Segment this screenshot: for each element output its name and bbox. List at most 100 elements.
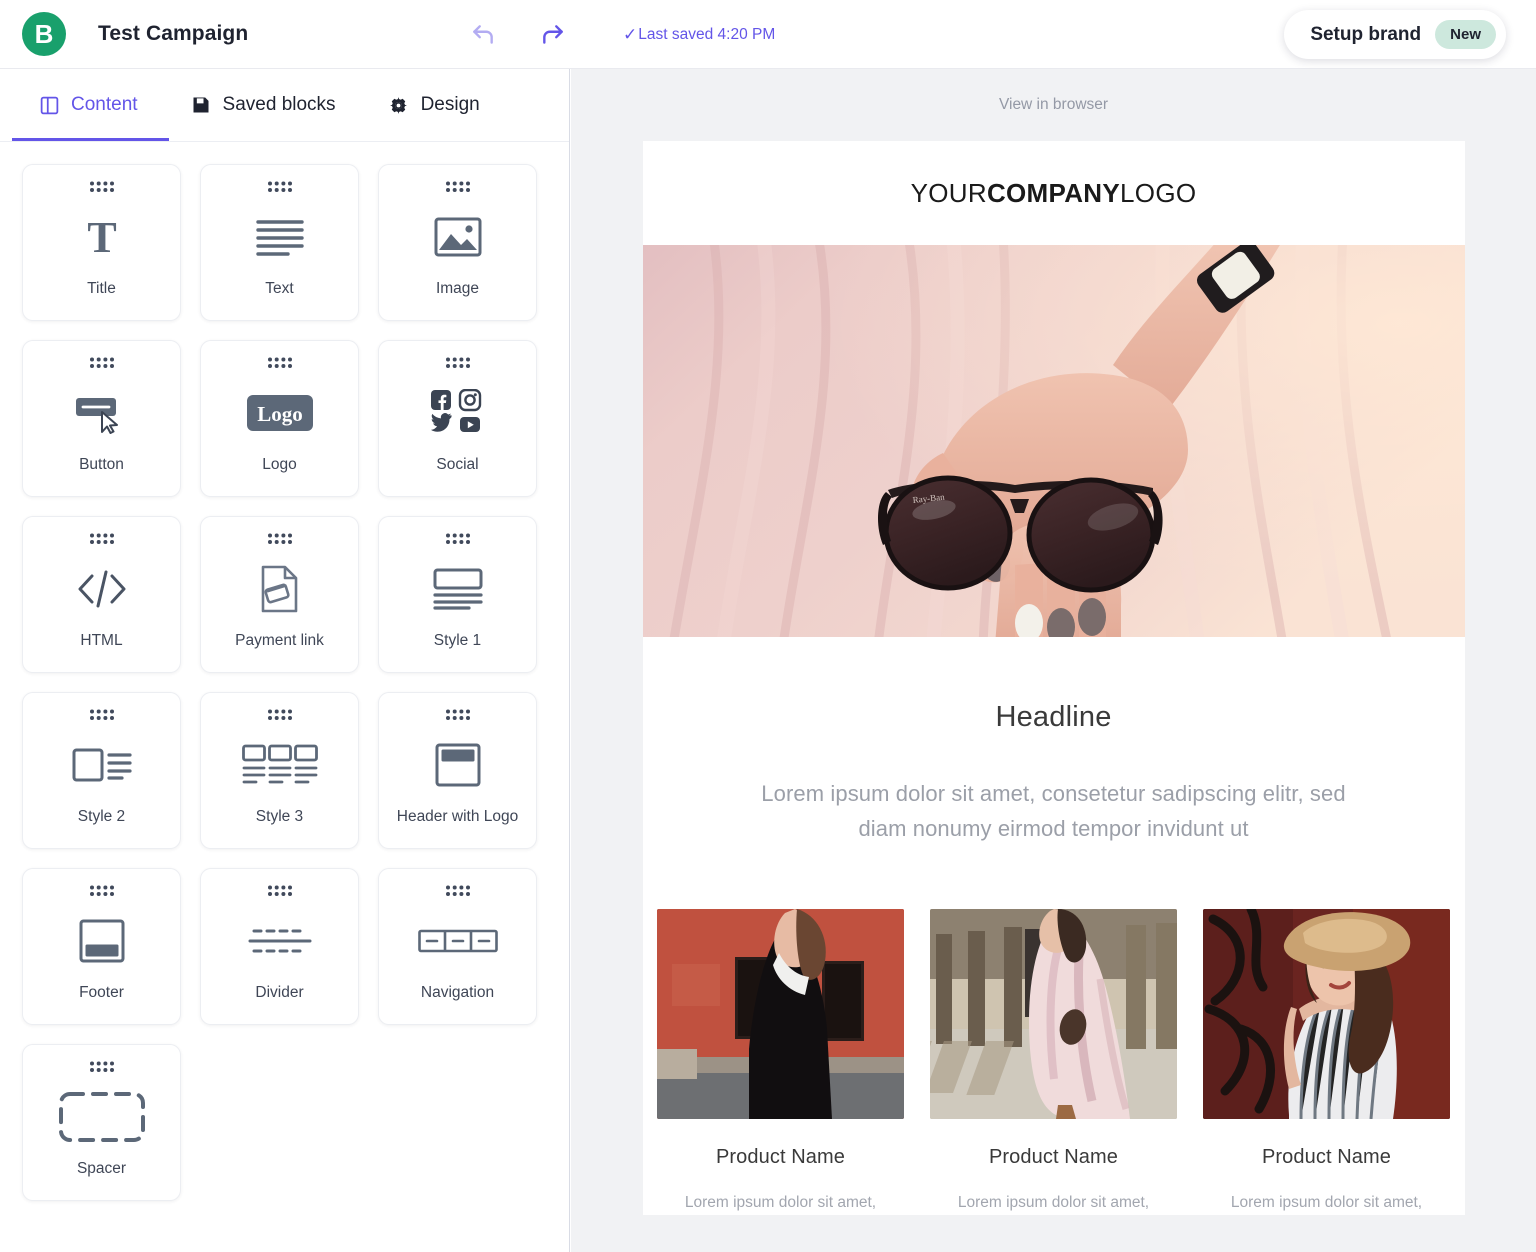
save-status: ✓ Last saved 4:20 PM: [623, 0, 775, 69]
block-label: Button: [79, 455, 124, 473]
drag-handle-icon[interactable]: [445, 532, 471, 545]
tab-saved-blocks[interactable]: Saved blocks: [164, 69, 362, 141]
drag-handle-icon[interactable]: [89, 532, 115, 545]
drag-handle-icon[interactable]: [89, 708, 115, 721]
dashed-box-icon: [23, 1073, 180, 1161]
block-label: Social: [436, 455, 479, 473]
drag-handle-icon[interactable]: [89, 356, 115, 369]
facebook-icon: [430, 389, 451, 410]
block-card-logo[interactable]: Logo Logo: [200, 340, 359, 497]
block-card-payment-link[interactable]: Payment link: [200, 516, 359, 673]
drag-handle-icon[interactable]: [267, 708, 293, 721]
block-card-image[interactable]: Image: [378, 164, 537, 321]
block-card-social[interactable]: Social: [378, 340, 537, 497]
redo-arrow-icon[interactable]: [540, 22, 566, 48]
email-headline[interactable]: Headline: [643, 637, 1465, 734]
drag-handle-icon[interactable]: [445, 180, 471, 193]
product-grid: Product Name Lorem ipsum dolor sit amet,: [643, 846, 1465, 1215]
block-card-html[interactable]: HTML: [22, 516, 181, 673]
block-label: Image: [435, 279, 480, 297]
drag-handle-icon[interactable]: [445, 708, 471, 721]
drag-handle-icon[interactable]: [267, 180, 293, 193]
instagram-icon: [458, 388, 481, 411]
block-label: Style 3: [255, 807, 304, 825]
product-description: Lorem ipsum dolor sit amet,: [684, 1194, 877, 1212]
undo-arrow-icon[interactable]: [470, 22, 496, 48]
drag-handle-icon[interactable]: [267, 356, 293, 369]
setup-brand-button[interactable]: Setup brand New: [1284, 10, 1506, 59]
block-label: Title: [87, 279, 116, 297]
block-card-footer[interactable]: Footer: [22, 868, 181, 1025]
drag-handle-icon[interactable]: [267, 884, 293, 897]
product-name: Product Name: [715, 1146, 846, 1169]
sidebar-tabs: Content Saved blocks Design: [0, 69, 569, 142]
image-over-text-icon: [379, 545, 536, 633]
block-label: Header with Logo: [396, 807, 519, 825]
drag-handle-icon[interactable]: [89, 180, 115, 193]
check-icon: ✓: [623, 24, 638, 44]
youtube-icon: [459, 416, 480, 432]
block-card-navigation[interactable]: Navigation: [378, 868, 537, 1025]
header-logo-icon: [379, 721, 536, 809]
block-label: Spacer: [76, 1159, 127, 1177]
email-canvas: YOUR COMPANY LOGO Ray-Ban Headline Lorem…: [642, 141, 1465, 1216]
drag-handle-icon[interactable]: [445, 884, 471, 897]
code-brackets-icon: [23, 545, 180, 633]
history-controls: [470, 0, 566, 69]
block-card-title[interactable]: T Title: [22, 164, 181, 321]
block-card-button[interactable]: Button: [22, 340, 181, 497]
image-beside-text-icon: [23, 721, 180, 809]
block-label: HTML: [80, 631, 123, 649]
save-status-text: Last saved 4:20 PM: [638, 25, 776, 43]
hero-image[interactable]: Ray-Ban: [642, 245, 1465, 637]
social-networks-icon: [379, 369, 536, 457]
svg-text:T: T: [87, 214, 116, 260]
campaign-title[interactable]: Test Campaign: [98, 22, 248, 46]
button-cursor-icon: [23, 369, 180, 457]
block-card-style-2[interactable]: Style 2: [22, 692, 181, 849]
block-label: Payment link: [235, 631, 324, 649]
brand-logo-icon[interactable]: B: [22, 12, 66, 56]
block-card-divider[interactable]: Divider: [200, 868, 359, 1025]
email-logo-text[interactable]: YOUR COMPANY LOGO: [643, 141, 1465, 245]
drag-handle-icon[interactable]: [445, 356, 471, 369]
drag-handle-icon[interactable]: [267, 532, 293, 545]
product-item[interactable]: Product Name Lorem ipsum dolor sit amet,: [930, 909, 1177, 1215]
logo-part-your: YOUR: [910, 177, 987, 208]
product-image-1[interactable]: [657, 909, 904, 1120]
block-card-header-with-logo[interactable]: Header with Logo: [378, 692, 537, 849]
block-card-text[interactable]: Text: [200, 164, 359, 321]
product-description: Lorem ipsum dolor sit amet,: [1230, 1194, 1423, 1212]
logo-chip-icon: Logo: [201, 369, 358, 457]
blocks-sidebar: Content Saved blocks Design T Title Text…: [0, 69, 570, 1252]
divider-icon: [201, 897, 358, 985]
navigation-bar-icon: [379, 897, 536, 985]
product-name: Product Name: [1261, 1146, 1392, 1169]
product-item[interactable]: Product Name Lorem ipsum dolor sit amet,: [657, 909, 904, 1215]
panel-layout-icon: [38, 94, 60, 116]
picture-icon: [379, 193, 536, 281]
app-header: B Test Campaign ✓ Last saved 4:20 PM Set…: [0, 0, 1536, 69]
footer-icon: [23, 897, 180, 985]
twitter-icon: [430, 412, 452, 432]
new-badge: New: [1435, 20, 1496, 49]
block-label: Divider: [255, 983, 304, 1001]
email-preview-pane: View in browser YOUR COMPANY LOGO Ray-Ba…: [571, 69, 1536, 1252]
block-card-style-1[interactable]: Style 1: [378, 516, 537, 673]
email-body-text[interactable]: Lorem ipsum dolor sit amet, consetetur s…: [643, 734, 1465, 846]
product-item[interactable]: Product Name Lorem ipsum dolor sit amet,: [1203, 909, 1450, 1215]
product-image-2[interactable]: [930, 909, 1177, 1120]
product-name: Product Name: [988, 1146, 1119, 1169]
block-card-style-3[interactable]: Style 3: [200, 692, 359, 849]
block-card-spacer[interactable]: Spacer: [22, 1044, 181, 1201]
view-in-browser-link[interactable]: View in browser: [571, 69, 1536, 141]
block-label: Text: [265, 279, 294, 297]
tab-design[interactable]: Design: [362, 69, 506, 141]
floppy-disk-icon: [190, 94, 212, 116]
drag-handle-icon[interactable]: [89, 884, 115, 897]
drag-handle-icon[interactable]: [89, 1060, 115, 1073]
setup-brand-label: Setup brand: [1310, 23, 1422, 45]
product-image-3[interactable]: [1203, 909, 1450, 1120]
block-grid: T Title Text Image Button Logo Logo Soci…: [0, 142, 569, 1223]
tab-content[interactable]: Content: [12, 69, 164, 141]
